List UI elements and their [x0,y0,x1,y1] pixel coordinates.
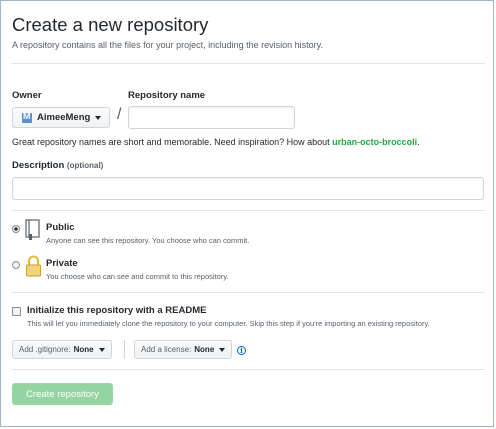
init-readme-label: Initialize this repository with a README [27,305,207,316]
hint-end: . [417,137,420,147]
optional-tag: (optional) [66,161,104,170]
window-frame [0,0,494,427]
caret-down-icon [98,347,105,352]
public-label: Public [46,222,75,233]
avatar [22,111,32,123]
private-radio[interactable] [12,261,20,269]
public-description: Anyone can see this repository. You choo… [46,236,250,245]
license-dropdown[interactable]: Add a license: None [134,340,233,359]
gitignore-dropdown[interactable]: Add .gitignore: None [12,340,112,359]
lock-icon [26,255,41,277]
owner-dropdown[interactable]: AimeeMeng [12,107,110,128]
info-icon[interactable]: i [237,346,246,355]
divider [12,369,485,370]
gitignore-label: Add .gitignore: [19,345,71,354]
license-value: None [194,345,215,354]
divider [12,292,485,293]
owner-value: AimeeMeng [37,112,91,123]
name-hint: Great repository names are short and mem… [12,137,420,147]
init-readme-description: This will let you immediately clone the … [27,319,430,328]
init-readme-checkbox[interactable] [12,307,21,316]
divider [12,210,485,211]
repository-name-input[interactable] [128,106,295,129]
license-label: Add a license: [141,345,192,354]
public-radio[interactable] [12,225,20,233]
caret-down-icon [95,115,102,120]
description-input[interactable] [12,177,484,200]
repo-book-icon [25,219,40,240]
divider [124,340,125,359]
description-label: Description (optional) [12,160,103,171]
private-description: You choose who can see and commit to thi… [46,272,229,281]
owner-label: Owner [12,90,42,101]
hint-text: Great repository names are short and mem… [12,137,333,147]
gitignore-value: None [73,345,94,354]
create-repository-button[interactable]: Create repository [12,383,113,405]
description-label-text: Description [12,160,65,171]
name-suggestion-link[interactable]: urban-octo-broccoli [332,137,417,147]
private-label: Private [46,258,78,269]
repo-name-label: Repository name [128,90,206,101]
page-title: Create a new repository [12,14,209,35]
caret-down-icon [219,347,226,352]
owner-repo-separator: / [117,106,122,123]
page-subtitle: A repository contains all the files for … [12,40,323,50]
divider [12,63,485,64]
